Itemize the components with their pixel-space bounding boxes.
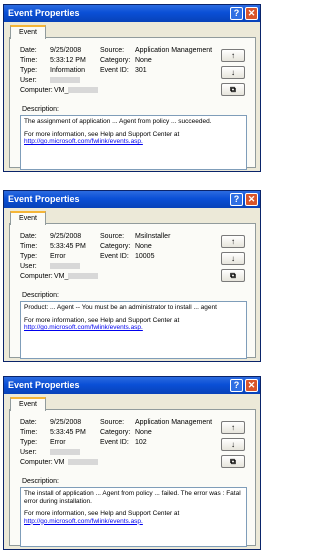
date-value: 9/25/2008 — [50, 419, 82, 426]
date-label: Date: — [20, 419, 37, 426]
previous-event-button[interactable]: ↑ — [221, 235, 245, 248]
computer-label: Computer: — [20, 459, 53, 466]
date-value: 9/25/2008 — [50, 233, 82, 240]
category-value: None — [135, 429, 152, 436]
user-label: User: — [20, 263, 37, 270]
source-label: Source: — [100, 233, 125, 240]
description-label: Description: — [22, 292, 59, 299]
description-label: Description: — [22, 478, 59, 485]
help-icon[interactable]: ? — [230, 193, 243, 206]
copy-button[interactable]: ⧉ — [221, 269, 245, 282]
tab-event[interactable]: Event — [10, 211, 46, 225]
user-label: User: — [20, 449, 37, 456]
help-icon[interactable]: ? — [230, 7, 243, 20]
help-text: For more information, see Help and Suppo… — [24, 510, 180, 517]
redacted-user — [50, 449, 80, 455]
help-link[interactable]: http://go.microsoft.com/fwlink/events.as… — [24, 518, 243, 526]
category-label: Category: — [100, 243, 131, 250]
type-value: Information — [50, 67, 86, 74]
computer-label: Computer: — [20, 273, 53, 280]
source-value: Application Management — [135, 419, 213, 426]
next-event-button[interactable]: ↓ — [221, 438, 245, 451]
description-text: The install of application ... Agent fro… — [24, 490, 241, 505]
help-icon[interactable]: ? — [230, 379, 243, 392]
help-text: For more information, see Help and Suppo… — [24, 316, 180, 324]
source-value: MsiInstaller — [135, 233, 171, 240]
event-id-label: Event ID: — [100, 439, 129, 446]
source-value: Application Management — [135, 47, 213, 54]
close-icon[interactable]: ✕ — [245, 7, 258, 20]
computer-value: VM_ — [54, 273, 69, 280]
title-bar: Event Properties ? ✕ — [4, 191, 260, 208]
copy-button[interactable]: ⧉ — [221, 83, 245, 96]
window-title: Event Properties — [8, 194, 80, 204]
close-icon[interactable]: ✕ — [245, 193, 258, 206]
date-label: Date: — [20, 233, 37, 240]
next-event-button[interactable]: ↓ — [221, 252, 245, 265]
redacted-computer — [68, 273, 98, 279]
event-properties-window-3: Event Properties ? ✕ Event Date: 9/25/20… — [3, 376, 261, 550]
description-label: Description: — [22, 106, 59, 113]
type-label: Type: — [20, 439, 38, 446]
help-link[interactable]: http://go.microsoft.com/fwlink/events.as… — [24, 324, 243, 332]
previous-event-button[interactable]: ↑ — [221, 49, 245, 62]
computer-value: VM — [54, 459, 65, 466]
source-label: Source: — [100, 47, 125, 54]
type-value: Error — [50, 439, 66, 446]
type-value: Error — [50, 253, 66, 260]
copy-button[interactable]: ⧉ — [221, 455, 245, 468]
close-icon[interactable]: ✕ — [245, 379, 258, 392]
tab-event[interactable]: Event — [10, 25, 46, 39]
redacted-computer — [68, 459, 98, 465]
title-bar: Event Properties ? ✕ — [4, 377, 260, 394]
description-box[interactable]: Product: ... Agent -- You must be an adm… — [20, 301, 247, 359]
description-text: The assignment of application ... Agent … — [24, 118, 212, 125]
redacted-computer — [68, 87, 98, 93]
description-box[interactable]: The assignment of application ... Agent … — [20, 115, 247, 170]
title-bar: Event Properties ? ✕ — [4, 5, 260, 22]
description-box[interactable]: The install of application ... Agent fro… — [20, 487, 247, 547]
redacted-user — [50, 263, 80, 269]
time-label: Time: — [20, 57, 38, 64]
time-label: Time: — [20, 243, 38, 250]
description-text: Product: ... Agent -- You must be an adm… — [24, 304, 217, 311]
event-id-value: 301 — [135, 67, 147, 74]
computer-value: VM_ — [54, 87, 69, 94]
previous-event-button[interactable]: ↑ — [221, 421, 245, 434]
category-value: None — [135, 243, 152, 250]
date-label: Date: — [20, 47, 37, 54]
tab-event[interactable]: Event — [10, 397, 46, 411]
computer-label: Computer: — [20, 87, 53, 94]
category-label: Category: — [100, 429, 131, 436]
type-label: Type: — [20, 253, 38, 260]
event-id-label: Event ID: — [100, 67, 129, 74]
time-value: 5:33:45 PM — [50, 243, 86, 250]
event-id-value: 102 — [135, 439, 147, 446]
category-value: None — [135, 57, 152, 64]
source-label: Source: — [100, 419, 125, 426]
event-panel: Date: 9/25/2008 Source: MsiInstaller Tim… — [9, 223, 256, 359]
type-label: Type: — [20, 67, 38, 74]
date-value: 9/25/2008 — [50, 47, 82, 54]
event-properties-window-1: Event Properties ? ✕ Event Date: 9/25/20… — [3, 4, 261, 172]
event-id-label: Event ID: — [100, 253, 129, 260]
user-label: User: — [20, 77, 37, 84]
event-panel: Date: 9/25/2008 Source: Application Mana… — [9, 409, 256, 547]
window-title: Event Properties — [8, 8, 80, 18]
event-properties-window-2: Event Properties ? ✕ Event Date: 9/25/20… — [3, 190, 261, 362]
time-value: 5:33:12 PM — [50, 57, 86, 64]
category-label: Category: — [100, 57, 131, 64]
event-id-value: 10005 — [135, 253, 155, 260]
time-value: 5:33:45 PM — [50, 429, 86, 436]
help-link[interactable]: http://go.microsoft.com/fwlink/events.as… — [24, 138, 243, 146]
next-event-button[interactable]: ↓ — [221, 66, 245, 79]
help-text: For more information, see Help and Suppo… — [24, 130, 180, 138]
time-label: Time: — [20, 429, 38, 436]
window-title: Event Properties — [8, 380, 80, 390]
event-panel: Date: 9/25/2008 Source: Application Mana… — [9, 37, 256, 170]
redacted-user — [50, 77, 80, 83]
